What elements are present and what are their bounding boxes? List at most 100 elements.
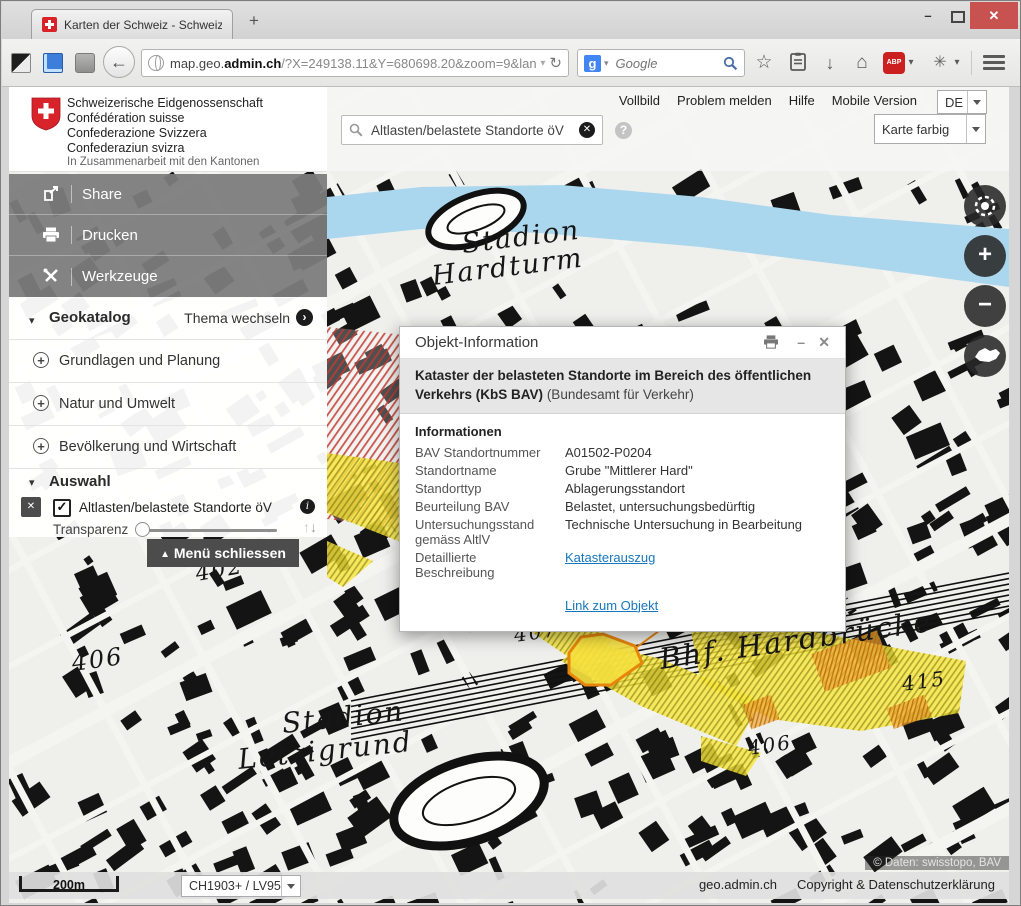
browser-window: Karten der Schweiz - Schweize... + – ✕ ←… — [0, 0, 1021, 906]
tab-title: Karten der Schweiz - Schweize... — [64, 18, 222, 32]
link-mobile-version[interactable]: Mobile Version — [832, 93, 917, 108]
layer-order-arrows[interactable]: ↑↓ — [303, 519, 317, 535]
category-grundlagen[interactable]: + Grundlagen und Planung — [9, 340, 327, 383]
row-value: Technische Untersuchung in Bearbeitung — [565, 517, 830, 547]
engine-dropdown-icon[interactable]: ▾ — [604, 58, 609, 69]
org-line: Confederazione Svizzera — [67, 126, 263, 141]
adblock-dropdown-icon[interactable]: ▾ — [905, 52, 917, 74]
web-search-box[interactable]: g ▾ — [577, 49, 745, 77]
window-close-button[interactable]: ✕ — [970, 2, 1018, 29]
row-label: Detaillierte Beschreibung — [415, 550, 555, 580]
new-tab-button[interactable]: + — [242, 10, 266, 32]
link-hilfe[interactable]: Hilfe — [789, 93, 815, 108]
addon-contrast-icon[interactable] — [11, 53, 31, 73]
search-help-icon[interactable]: ? — [615, 122, 632, 139]
move-down-icon[interactable]: ↓ — [310, 519, 317, 535]
close-menu-label: Menü schliessen — [174, 545, 286, 561]
window-titlebar: Karten der Schweiz - Schweize... + – ✕ — [2, 2, 1020, 39]
zoom-in-button[interactable]: + — [964, 235, 1006, 277]
layer-remove-button[interactable]: ✕ — [21, 497, 41, 517]
sidebar-item-share[interactable]: Share — [9, 174, 327, 215]
language-select[interactable]: DE — [937, 90, 987, 114]
sidebar-item-drucken[interactable]: Drucken — [9, 215, 327, 256]
scale-label: 200m — [53, 878, 85, 892]
page-content: Stadion Hardturm Bhf. Hardbrücke Stadion… — [9, 87, 1009, 903]
search-magnifier-icon[interactable] — [723, 56, 738, 71]
cooperation-note: In Zusammenarbeit mit den Kantonen — [67, 156, 259, 168]
scale-bar: 200m — [19, 876, 119, 892]
language-value: DE — [938, 95, 967, 110]
topic-switch-link[interactable]: Thema wechseln › — [184, 309, 313, 326]
google-logo-icon[interactable]: g — [584, 55, 601, 72]
auswahl-header[interactable]: ▾ Auswahl — [9, 469, 327, 497]
bookmarks-clipboard-icon[interactable] — [787, 52, 809, 74]
map-search-bar[interactable]: ✕ — [341, 115, 603, 145]
menu-hamburger-icon[interactable] — [983, 55, 1005, 71]
url-path: /?X=249138.11&Y=680698.20&zoom=9&lang=de… — [281, 56, 536, 71]
downloads-icon[interactable]: ↓ — [819, 52, 841, 74]
katasterauszug-link[interactable]: Katasterauszug — [565, 550, 830, 580]
map-search-input[interactable] — [369, 122, 579, 139]
object-link[interactable]: Link zum Objekt — [565, 598, 658, 613]
category-natur[interactable]: + Natur und Umwelt — [9, 383, 327, 426]
expand-plus-icon: + — [33, 395, 49, 411]
informationen-title: Informationen — [415, 424, 830, 439]
zoom-out-button[interactable]: − — [964, 285, 1006, 327]
select-chevron-icon — [966, 115, 985, 143]
window-maximize-button[interactable] — [944, 4, 972, 28]
row-value: Grube "Mittlerer Hard" — [565, 463, 830, 478]
map-attribution: © Daten: swisstopo, BAV — [865, 856, 1009, 870]
plus-icon: + — [978, 241, 992, 268]
adblock-icon[interactable]: ABP — [883, 52, 905, 74]
layer-checkbox[interactable]: ✓ — [53, 499, 71, 517]
addon-window-icon[interactable] — [43, 53, 63, 73]
popup-titlebar[interactable]: Objekt-Information – ✕ — [400, 327, 845, 359]
popup-print-icon[interactable] — [763, 335, 779, 352]
url-dropdown-icon[interactable]: ▾ — [540, 58, 545, 69]
move-up-icon[interactable]: ↑ — [303, 519, 310, 535]
browser-tab[interactable]: Karten der Schweiz - Schweize... — [31, 9, 233, 39]
geolocate-button[interactable] — [964, 185, 1006, 227]
bookmark-star-icon[interactable]: ☆ — [753, 52, 775, 74]
info-row: Beurteilung BAV Belastet, untersuchungsb… — [415, 499, 830, 514]
geokatalog-header[interactable]: ▾ Geokatalog Thema wechseln › — [9, 297, 327, 340]
category-bevoelkerung[interactable]: + Bevölkerung und Wirtschaft — [9, 426, 327, 469]
auswahl-label: Auswahl — [49, 473, 111, 490]
projection-select[interactable]: CH1903+ / LV95 — [181, 875, 301, 897]
share-label: Share — [82, 186, 122, 203]
row-label: BAV Standortnummer — [415, 445, 555, 460]
geoadmin-link[interactable]: geo.admin.ch — [699, 877, 777, 892]
url-bar[interactable]: map.geo.admin.ch/?X=249138.11&Y=680698.2… — [141, 49, 569, 77]
popup-minimize-icon[interactable]: – — [797, 334, 805, 350]
slider-thumb[interactable] — [135, 522, 150, 537]
addon-dropdown-icon[interactable]: ▾ — [951, 52, 963, 74]
category-label: Bevölkerung und Wirtschaft — [59, 439, 236, 455]
userscript-addon-icon[interactable]: ✳ — [929, 52, 951, 74]
addon-briefcase-icon[interactable] — [75, 53, 95, 73]
drucken-label: Drucken — [82, 227, 138, 244]
transparency-slider[interactable] — [137, 529, 277, 532]
home-icon[interactable]: ⌂ — [851, 52, 873, 74]
org-line: Confédération suisse — [67, 111, 263, 126]
sidebar-item-werkzeuge[interactable]: Werkzeuge — [9, 256, 327, 298]
map-style-select[interactable]: Karte farbig — [874, 114, 986, 144]
link-vollbild[interactable]: Vollbild — [619, 93, 660, 108]
link-problem-melden[interactable]: Problem melden — [677, 93, 772, 108]
search-clear-icon[interactable]: ✕ — [579, 122, 595, 138]
window-minimize-button[interactable]: – — [914, 4, 942, 28]
web-search-input[interactable] — [614, 55, 723, 72]
expand-plus-icon: + — [33, 438, 49, 454]
header-links: Vollbild Problem melden Hilfe Mobile Ver… — [619, 93, 917, 108]
reload-icon[interactable]: ↻ — [549, 54, 562, 72]
row-value: A01502-P0204 — [565, 445, 830, 460]
geocatalog-panel: ▾ Geokatalog Thema wechseln › + Grundlag… — [9, 297, 327, 537]
back-button[interactable]: ← — [103, 46, 135, 78]
maximize-icon — [951, 11, 965, 23]
default-extent-button[interactable] — [964, 335, 1006, 377]
close-menu-button[interactable]: ▲ Menü schliessen — [147, 539, 299, 567]
popup-close-icon[interactable]: ✕ — [818, 334, 830, 351]
footer-bar: 200m CH1903+ / LV95 geo.admin.ch Copyrig… — [9, 872, 1009, 899]
copyright-link[interactable]: Copyright & Datenschutzerklärung — [797, 877, 995, 892]
layer-info-icon[interactable]: i — [300, 499, 315, 514]
popup-body: Informationen BAV Standortnummer A01502-… — [400, 414, 845, 631]
